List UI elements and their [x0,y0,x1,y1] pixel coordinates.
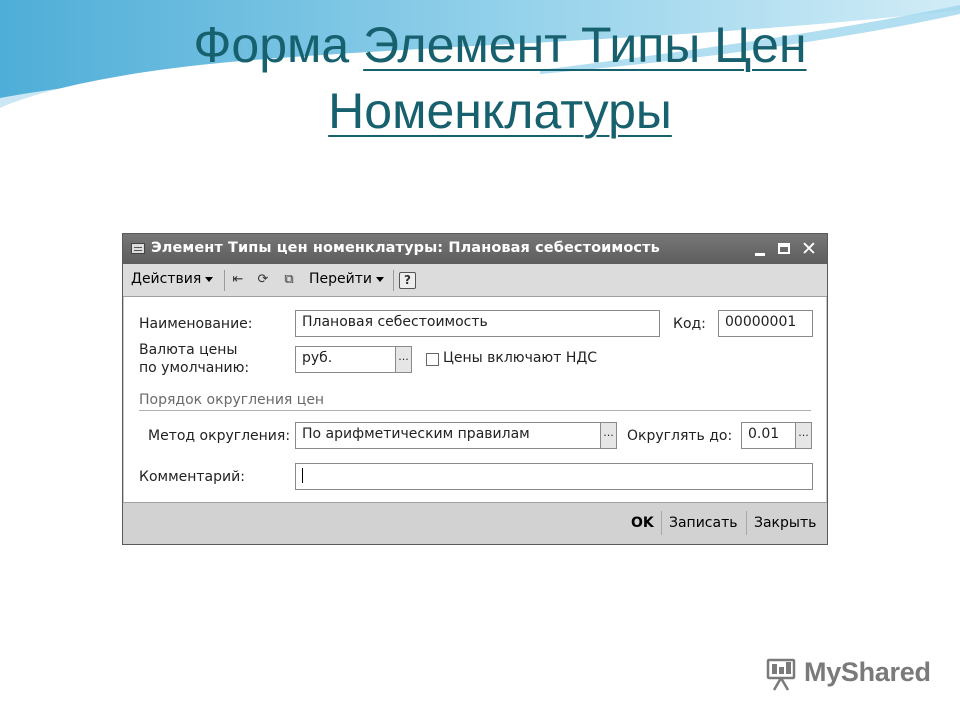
name-field[interactable]: Плановая себестоимость [295,310,660,337]
comment-label: Комментарий: [139,469,245,485]
toolbar: Действия ⇤ ⟳ ⧉ Перейти ? [123,264,827,297]
rounding-method-picker-button[interactable]: ... [600,422,617,449]
form-window: Элемент Типы цен номенклатуры: Плановая … [122,233,828,545]
rounding-method-field[interactable]: По арифметическим правилам [295,422,601,449]
slide-title: Форма Элемент Типы Цен Номенклатуры [150,12,850,144]
code-label: Код: [673,316,706,332]
rounding-section-header: Порядок округления цен [139,392,325,408]
save-button[interactable]: Записать [669,515,738,531]
window-form-icon [131,243,145,254]
slide-title-prefix: Форма [193,17,364,73]
currency-label-line1: Валюта цены [139,342,238,358]
maximize-button[interactable] [774,239,794,259]
name-label: Наименование: [139,316,253,332]
actions-menu-label: Действия [131,271,202,287]
brand-text: MyShared [804,657,931,687]
footer-divider [661,511,662,535]
close-button[interactable]: Закрыть [754,515,816,531]
chevron-down-icon [205,276,214,282]
round-to-picker-button[interactable]: ... [795,422,812,449]
form-body: Наименование: Плановая себестоимость Код… [124,297,826,502]
goto-menu[interactable]: Перейти [309,271,384,287]
toolbar-divider [224,270,225,291]
slide-title-link-line2[interactable]: Номенклатуры [328,83,672,139]
currency-label-line2: по умолчанию: [139,360,250,376]
footer-divider [746,511,747,535]
copy-icon[interactable]: ⧉ [280,271,298,289]
code-field[interactable]: 00000001 [718,310,813,337]
vat-checkbox[interactable] [426,353,439,366]
goto-menu-label: Перейти [309,271,372,287]
text-cursor [302,467,303,483]
presentation-board-icon [766,658,796,691]
close-window-button[interactable]: ✕ [799,239,819,259]
arrow-left-icon[interactable]: ⇤ [229,271,247,289]
actions-menu[interactable]: Действия [131,271,214,287]
currency-field[interactable]: руб. [295,346,396,373]
window-title: Элемент Типы цен номенклатуры: Плановая … [151,240,660,256]
help-icon[interactable]: ? [399,272,416,289]
comment-field[interactable] [295,463,813,490]
form-footer: OK Записать Закрыть [123,502,827,544]
round-to-field[interactable]: 0.01 [741,422,796,449]
refresh-icon[interactable]: ⟳ [254,271,272,289]
rounding-method-label: Метод округления: [148,428,291,444]
section-divider [139,410,811,412]
ok-button[interactable]: OK [631,515,654,531]
toolbar-divider [393,270,394,291]
currency-picker-button[interactable]: ... [395,346,412,373]
chevron-down-icon [376,276,384,282]
minimize-button[interactable] [750,239,770,259]
vat-checkbox-label: Цены включают НДС [443,350,598,366]
slide-title-link[interactable]: Элемент Типы Цен [363,17,806,73]
round-to-label: Округлять до: [627,428,733,444]
window-titlebar[interactable]: Элемент Типы цен номенклатуры: Плановая … [123,234,827,264]
